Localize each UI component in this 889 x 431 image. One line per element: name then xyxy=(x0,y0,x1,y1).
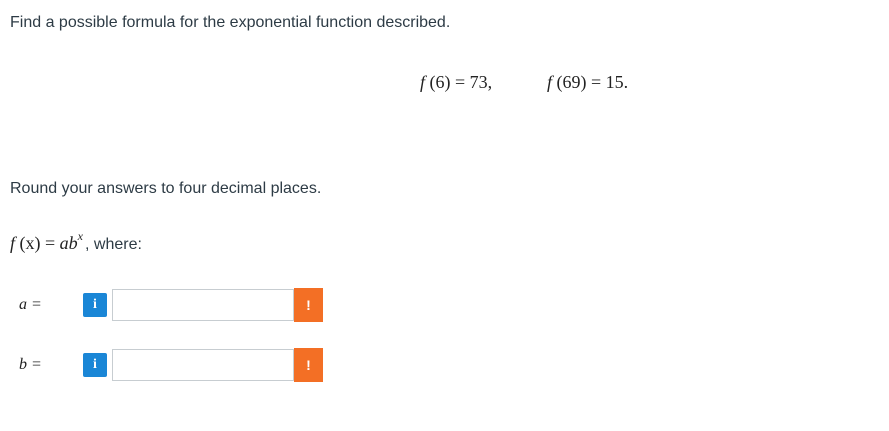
eq2-value: 15. xyxy=(605,72,629,92)
prompt-text: Find a possible formula for the exponent… xyxy=(10,14,451,31)
answer-b-label: b = xyxy=(19,356,42,373)
eq2-relation: = xyxy=(591,72,602,92)
given-equation-2: f (69) = 15. xyxy=(547,72,628,93)
info-icon[interactable]: i xyxy=(83,353,107,377)
instruction-text: Round your answers to four decimal place… xyxy=(10,180,322,197)
answer-row-b: b = i ! xyxy=(19,347,323,383)
eq2-function-name: f xyxy=(547,72,553,92)
answer-a-label: a = xyxy=(19,296,42,313)
given-equation-1: f (6) = 73, xyxy=(420,72,492,93)
warning-icon[interactable]: ! xyxy=(294,288,323,322)
eq2-argument: (69) xyxy=(556,72,587,92)
formula-function-name: f xyxy=(10,233,16,253)
eq1-argument: (6) xyxy=(429,72,451,92)
answer-a-input[interactable] xyxy=(112,289,294,321)
formula-base: ab xyxy=(59,233,78,253)
answer-b-input[interactable] xyxy=(112,349,294,381)
formula-tail: , where: xyxy=(85,236,142,253)
eq1-value: 73, xyxy=(469,72,493,92)
answer-row-a: a = i ! xyxy=(19,287,323,323)
info-icon[interactable]: i xyxy=(83,293,107,317)
formula-line: f (x) = abx , where: xyxy=(10,229,142,254)
formula-lhs: f (x) = abx xyxy=(10,229,83,254)
formula-argument: (x) xyxy=(19,233,41,253)
warning-icon[interactable]: ! xyxy=(294,348,323,382)
eq1-relation: = xyxy=(455,72,466,92)
formula-exponent: x xyxy=(77,229,83,243)
eq1-function-name: f xyxy=(420,72,426,92)
formula-relation: = xyxy=(45,233,56,253)
